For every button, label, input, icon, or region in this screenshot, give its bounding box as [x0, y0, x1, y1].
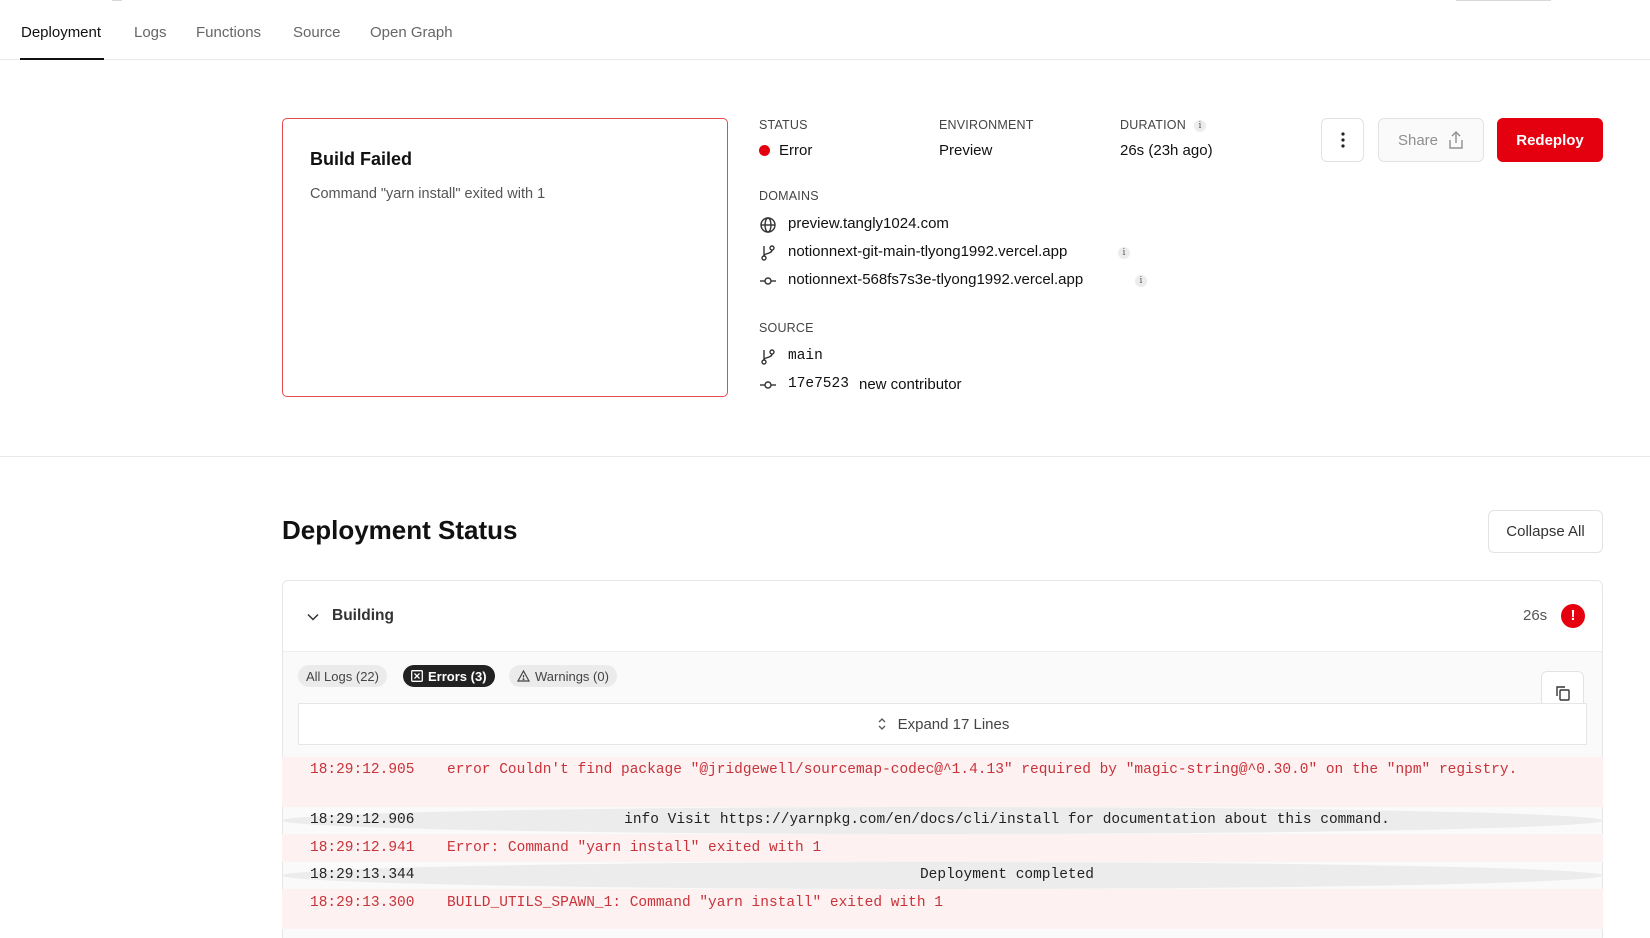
log-timestamp: 18:29:13.344	[310, 867, 415, 883]
duration-label: DURATION	[1120, 118, 1186, 132]
filter-errors[interactable]: Errors (3)	[403, 665, 495, 687]
tab-functions[interactable]: Functions	[196, 24, 261, 60]
section-divider	[0, 456, 1650, 457]
git-branch-icon	[759, 348, 777, 366]
status-value: Error	[779, 142, 813, 159]
log-timestamp: 18:29:13.300	[310, 895, 415, 911]
git-commit-icon	[759, 376, 777, 394]
build-failed-title: Build Failed	[310, 149, 413, 169]
tab-open-graph[interactable]: Open Graph	[370, 24, 453, 60]
tab-bar: Deployment Logs Functions Source Open Gr…	[0, 0, 1650, 60]
build-failed-card: Build Failed Command "yarn install" exit…	[282, 118, 728, 397]
error-alert-icon: !	[1561, 604, 1585, 628]
log-message: BUILD_UTILS_SPAWN_1: Command "yarn insta…	[447, 895, 943, 911]
build-failed-description: Command "yarn install" exited with 1	[310, 186, 546, 202]
log-line: 18:29:13.300 BUILD_UTILS_SPAWN_1: Comman…	[282, 889, 1603, 929]
source-commit-message[interactable]: new contributor	[859, 376, 962, 393]
building-label: Building	[332, 607, 394, 624]
warning-icon	[517, 670, 530, 682]
building-time: 26s	[1523, 607, 1548, 624]
source-label: SOURCE	[759, 321, 814, 335]
log-line: 18:29:13.344 Deployment completed	[282, 862, 1603, 889]
git-branch-icon	[759, 244, 777, 262]
expand-vertical-icon	[878, 718, 886, 730]
error-box-icon	[411, 670, 423, 682]
more-options-button[interactable]	[1321, 118, 1364, 162]
share-label: Share	[1397, 131, 1439, 149]
share-button[interactable]: Share	[1378, 118, 1484, 162]
expand-lines-label: Expand 17 Lines	[897, 715, 1010, 733]
domain-link-2[interactable]: notionnext-git-main-tlyong1992.vercel.ap…	[788, 243, 1067, 260]
building-header[interactable]: Building 26s !	[283, 581, 1602, 652]
more-vertical-icon	[1340, 132, 1345, 148]
top-edge-line	[112, 0, 122, 1]
duration-info-icon[interactable]: i	[1194, 120, 1206, 132]
log-message: Error: Command "yarn install" exited wit…	[447, 840, 822, 856]
source-branch[interactable]: main	[788, 348, 823, 364]
filter-all-logs-label: All Logs (22)	[306, 668, 379, 684]
tab-source[interactable]: Source	[293, 24, 341, 60]
domains-label: DOMAINS	[759, 189, 819, 203]
tab-logs[interactable]: Logs	[134, 24, 167, 60]
expand-lines-button[interactable]: Expand 17 Lines	[298, 703, 1587, 745]
top-edge-line	[1456, 0, 1551, 1]
deployment-status-title: Deployment Status	[282, 515, 518, 545]
filter-all-logs[interactable]: All Logs (22)	[298, 665, 387, 687]
log-message: info Visit https://yarnpkg.com/en/docs/c…	[624, 812, 1390, 828]
log-line: 18:29:12.905 error Couldn't find package…	[282, 757, 1603, 807]
domain-link-1[interactable]: preview.tangly1024.com	[788, 215, 949, 232]
domain-link-3[interactable]: notionnext-568fs7s3e-tlyong1992.vercel.a…	[788, 271, 1083, 288]
tab-deployment[interactable]: Deployment	[20, 24, 105, 60]
source-commit-hash[interactable]: 17e7523	[788, 376, 849, 392]
globe-icon	[759, 216, 777, 234]
filter-errors-label: Errors (3)	[428, 668, 487, 684]
log-line: 18:29:12.941 Error: Command "yarn instal…	[282, 834, 1603, 862]
filter-warnings[interactable]: Warnings (0)	[509, 665, 617, 687]
redeploy-button[interactable]: Redeploy	[1497, 118, 1603, 162]
domain-info-icon[interactable]: i	[1135, 275, 1147, 287]
log-line: 18:29:12.906 info Visit https://yarnpkg.…	[282, 807, 1603, 834]
share-icon	[1449, 131, 1463, 149]
log-timestamp: 18:29:12.941	[310, 840, 415, 856]
environment-label: ENVIRONMENT	[939, 118, 1034, 132]
status-error-dot	[759, 145, 770, 156]
log-message: error Couldn't find package "@jridgewell…	[447, 762, 1518, 778]
domain-info-icon[interactable]: i	[1118, 247, 1130, 259]
collapse-all-button[interactable]: Collapse All	[1488, 510, 1603, 553]
log-message: Deployment completed	[919, 867, 1095, 883]
filter-warnings-label: Warnings (0)	[535, 668, 609, 684]
duration-value: 26s (23h ago)	[1120, 142, 1213, 159]
log-timestamp: 18:29:12.905	[310, 762, 415, 778]
log-timestamp: 18:29:12.906	[310, 812, 415, 828]
status-label: STATUS	[759, 118, 808, 132]
copy-icon	[1555, 685, 1570, 701]
chevron-down-icon	[307, 613, 319, 621]
environment-value: Preview	[939, 142, 993, 159]
git-commit-icon	[759, 272, 777, 290]
